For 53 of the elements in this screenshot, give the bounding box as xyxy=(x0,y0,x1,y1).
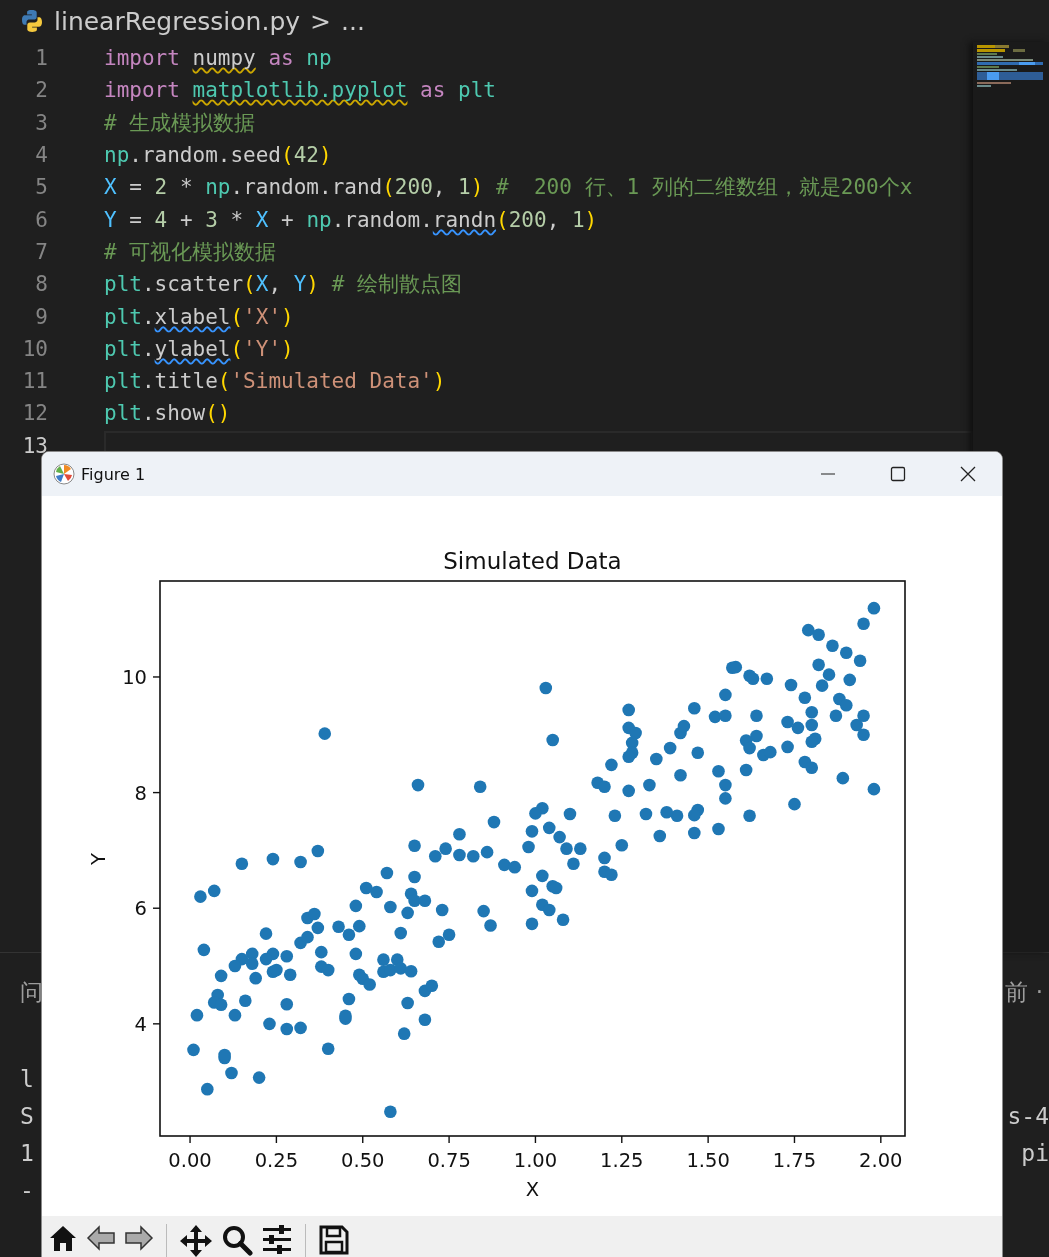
line-number: 11 xyxy=(21,369,48,394)
terminal-text: l xyxy=(20,1065,34,1092)
panel-tab[interactable]: 前 · xyxy=(1005,977,1043,1008)
code-line: plt.scatter(X, Y) # 绘制散点图 xyxy=(104,271,463,299)
code-line: np.random.seed(42) xyxy=(104,142,333,170)
tick-label: 8 xyxy=(134,781,147,805)
line-number: 7 xyxy=(34,239,48,264)
tick-label: 1.50 xyxy=(686,1149,730,1172)
code-line: import numpy as np xyxy=(104,45,333,73)
terminal-text: pi xyxy=(1021,1139,1049,1166)
line-number: 12 xyxy=(21,401,48,426)
code-line: Y = 4 + 3 * X + np.random.randn(200, 1) xyxy=(104,206,599,234)
tick-label: 4 xyxy=(134,1012,147,1036)
terminal-text: - xyxy=(20,1176,34,1203)
window-title: Figure 1 xyxy=(81,464,146,484)
code-line: plt.ylabel('Y') xyxy=(104,335,295,363)
breadcrumb-file[interactable]: linearRegression.py xyxy=(54,6,301,36)
tick-label: 6 xyxy=(134,897,147,921)
terminal-text: 1 xyxy=(20,1139,34,1166)
tick-label: 1.75 xyxy=(772,1149,817,1172)
line-number: 3 xyxy=(34,110,48,135)
tick-label: 1.00 xyxy=(513,1149,558,1172)
code-line: plt.title('Simulated Data') xyxy=(104,368,447,396)
terminal-text: S xyxy=(20,1102,34,1129)
line-number: 1 xyxy=(34,46,48,71)
line-number: 10 xyxy=(21,336,48,361)
tick-label: 0.75 xyxy=(427,1149,471,1172)
line-number: 4 xyxy=(34,143,48,168)
line-number: 8 xyxy=(34,272,48,297)
axis-label: X xyxy=(525,1178,540,1201)
code-line: plt.show() xyxy=(104,400,232,428)
code-line: plt.xlabel('X') xyxy=(104,303,295,331)
tick-label: 10 xyxy=(122,665,147,689)
tick-label: 1.25 xyxy=(600,1149,644,1172)
terminal-text: s-4 xyxy=(1007,1102,1049,1129)
breadcrumb-more[interactable]: ... xyxy=(341,6,365,36)
panel-tab[interactable]: 问 xyxy=(20,977,43,1008)
code-line: # 生成模拟数据 xyxy=(104,109,257,137)
tick-label: 0.50 xyxy=(341,1149,385,1172)
code-line: X = 2 * np.random.rand(200, 1) # 200 行、1 列的二维数组，就是200个x xyxy=(104,174,914,202)
line-number: 13 xyxy=(21,433,48,458)
code-line: # 可视化模拟数据 xyxy=(104,238,278,266)
tick-label: 2.00 xyxy=(859,1149,903,1172)
line-number: 9 xyxy=(34,304,48,329)
tick-label: 0.25 xyxy=(254,1149,299,1172)
breadcrumb-separator: > xyxy=(310,6,332,36)
chart-title: Simulated Data xyxy=(443,548,622,574)
line-number: 2 xyxy=(34,78,48,103)
tick-label: 0.00 xyxy=(168,1149,212,1172)
axis-label: Y xyxy=(87,853,110,865)
code-line: import matplotlib.pyplot as plt xyxy=(104,77,497,105)
line-number: 6 xyxy=(34,207,48,232)
line-number: 5 xyxy=(34,175,48,200)
